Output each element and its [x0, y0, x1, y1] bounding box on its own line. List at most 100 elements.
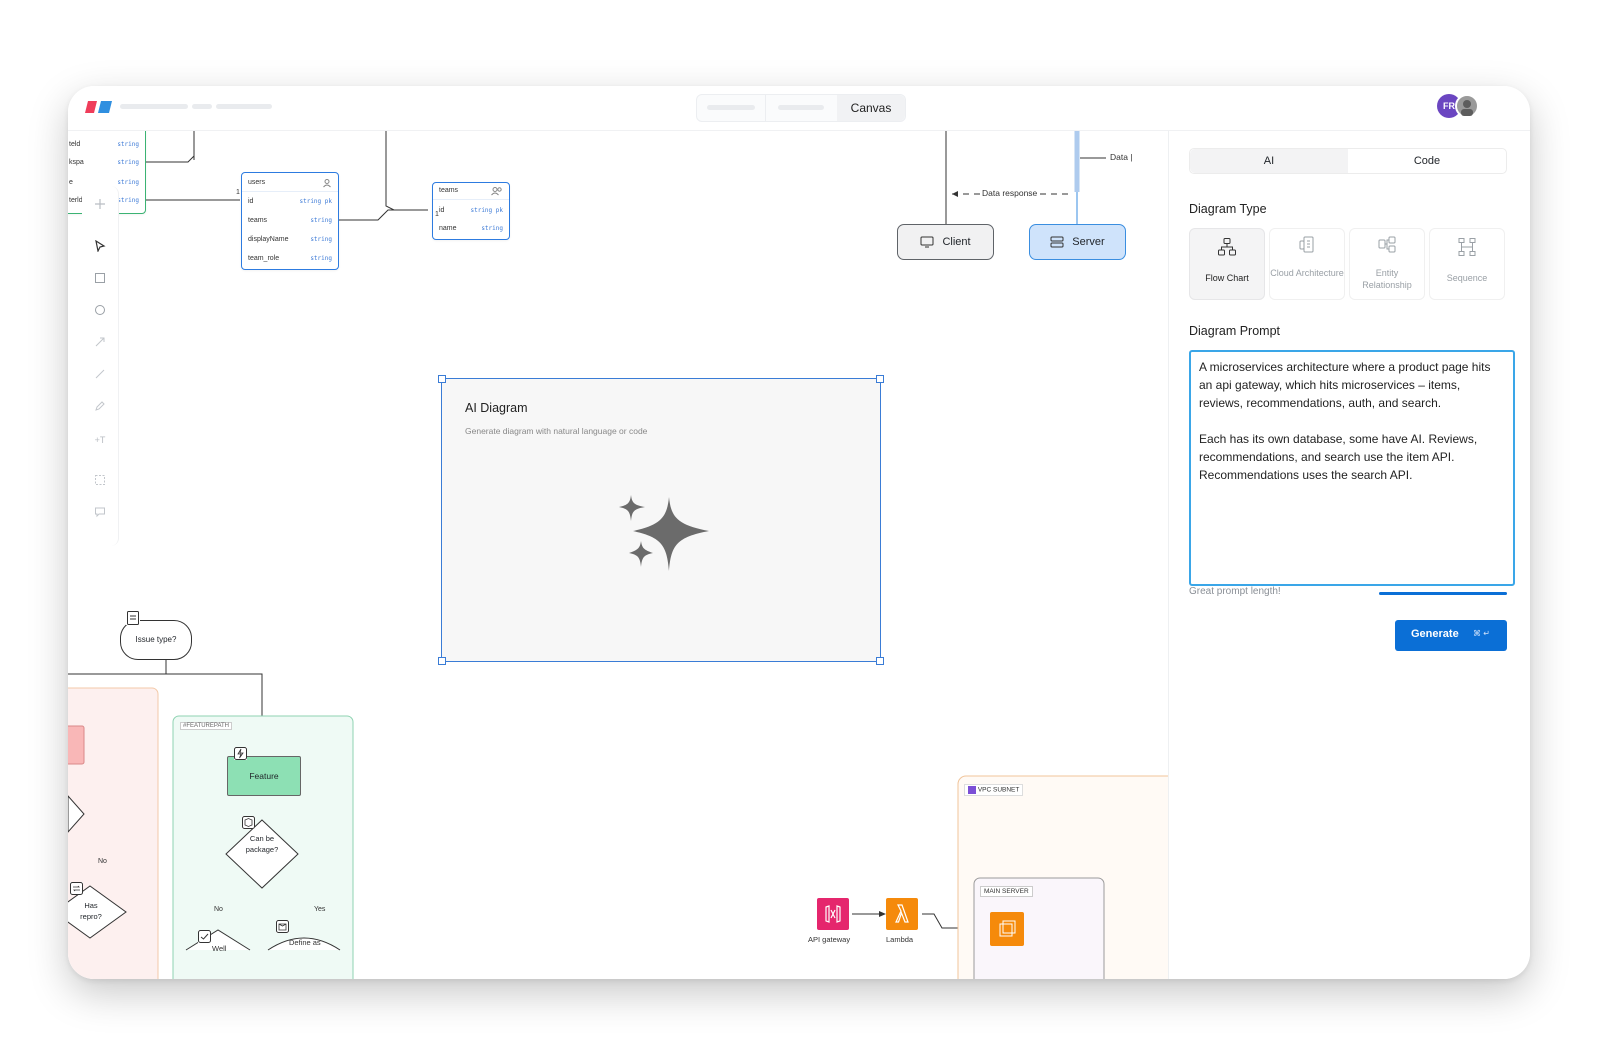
- pointer-icon[interactable]: [90, 238, 110, 258]
- decision-label: Can be package?: [245, 834, 279, 854]
- diagram-prompt-input[interactable]: A microservices architecture where a pro…: [1189, 350, 1515, 586]
- breadcrumb-placeholder: [192, 104, 212, 109]
- issue-type-label: Issue type?: [135, 635, 177, 644]
- lambda-node[interactable]: [886, 898, 918, 930]
- vpc-icon: [968, 786, 976, 794]
- tab-document[interactable]: [697, 95, 765, 121]
- avatar-initials-text: FR: [1443, 101, 1455, 111]
- line-icon[interactable]: [90, 366, 110, 386]
- erd-field: e: [69, 179, 73, 186]
- erd-field: teams: [248, 217, 268, 224]
- api-gateway-node[interactable]: [817, 898, 849, 930]
- breadcrumb-placeholder: [120, 104, 188, 109]
- diagram-type-entity-relationship[interactable]: Entity Relationship: [1349, 228, 1425, 300]
- arrow-icon[interactable]: [90, 334, 110, 354]
- sequence-message-label: Data response: [980, 188, 1040, 198]
- flow-node-label: Define as: [289, 938, 321, 947]
- resize-handle[interactable]: [876, 657, 884, 665]
- erd-type: string pk: [299, 198, 332, 205]
- erd-table-teams[interactable]: teams id string pk name string 1: [432, 182, 510, 240]
- diagram-type-label: Entity Relationship: [1362, 268, 1412, 290]
- erd-table-users[interactable]: users id string pk teams string displayNam…: [236, 172, 339, 270]
- erd-type: string: [117, 197, 139, 204]
- client-label: Client: [942, 236, 971, 248]
- prompt-length-track: [1379, 592, 1507, 595]
- resize-handle[interactable]: [438, 657, 446, 665]
- erd-field: teld: [69, 141, 81, 148]
- prompt-length-bar: [1379, 592, 1507, 595]
- breadcrumb-placeholder: [216, 104, 272, 109]
- lightning-icon: [234, 747, 247, 760]
- box-icon: [276, 920, 289, 933]
- avatar[interactable]: [1455, 94, 1479, 118]
- rectangle-icon[interactable]: [90, 270, 110, 290]
- vpc-subnet-text: VPC SUBNET: [977, 786, 1020, 794]
- circle-icon[interactable]: [90, 302, 110, 322]
- generate-button[interactable]: Generate ⌘ ↵: [1395, 620, 1507, 651]
- flow-node-label: Well: [212, 944, 227, 953]
- diagram-prompt-heading: Diagram Prompt: [1189, 324, 1280, 338]
- document-icon: [126, 611, 140, 625]
- app-logo[interactable]: [84, 100, 114, 114]
- frame-icon[interactable]: [90, 472, 110, 492]
- issue-type-node[interactable]: Issue type?: [120, 620, 192, 660]
- server-node[interactable]: Server: [1029, 224, 1126, 260]
- feature-node[interactable]: Feature: [227, 756, 301, 796]
- api-gateway-icon: [825, 905, 841, 923]
- server-icon: [1050, 236, 1064, 248]
- monitor-icon: [920, 236, 934, 248]
- diagram-type-flowchart[interactable]: Flow Chart: [1189, 228, 1265, 300]
- cloud-architecture-icon: [1299, 236, 1314, 253]
- ai-diagram-card[interactable]: AI Diagram Generate diagram with natural…: [438, 375, 884, 665]
- panel-tabs: AI Code: [1189, 148, 1507, 174]
- erd-type: string pk: [470, 207, 503, 214]
- ec2-node[interactable]: [990, 912, 1024, 946]
- flowchart-icon: [1218, 238, 1236, 256]
- erd-type: string: [310, 236, 332, 243]
- group-label: #FEATUREPATH: [180, 722, 233, 730]
- canvas-toolbar: +T: [82, 186, 119, 546]
- erd-type: string: [117, 179, 139, 186]
- tab-code[interactable]: Code: [1348, 149, 1506, 173]
- erd-field: id: [248, 198, 254, 205]
- client-node[interactable]: Client: [897, 224, 994, 260]
- comment-icon[interactable]: [90, 504, 110, 524]
- erd-field: id: [439, 207, 445, 214]
- edge-label: No: [214, 906, 223, 913]
- edge-label: Yes: [314, 906, 326, 913]
- main-server-label: MAIN SERVER: [980, 886, 1033, 897]
- package-icon: [242, 816, 255, 829]
- diagram-type-cloud-architecture[interactable]: Cloud Architecture: [1269, 228, 1345, 300]
- diagram-type-label: Cloud Architecture: [1270, 268, 1344, 278]
- erd-field: kspa: [69, 159, 84, 166]
- diagram-type-heading: Diagram Type: [1189, 202, 1267, 216]
- erd-type: string: [310, 217, 332, 224]
- erd-table-name: teams: [439, 187, 459, 194]
- prompt-feedback: Great prompt length!: [1189, 586, 1281, 597]
- edge-label: No: [98, 858, 107, 865]
- diagram-type-label: Sequence: [1446, 273, 1488, 283]
- tab-both[interactable]: [765, 95, 838, 121]
- tab-canvas[interactable]: Canvas: [837, 95, 905, 121]
- resize-handle[interactable]: [876, 375, 884, 383]
- diagram-canvas[interactable]: teld string kspa string e string terld strin…: [68, 130, 1168, 979]
- erd-table-name: users: [248, 179, 266, 186]
- ai-diagram-subtitle: Generate diagram with natural language o…: [465, 426, 648, 436]
- pen-icon[interactable]: [90, 398, 110, 418]
- cardinality-label: 1: [236, 189, 240, 196]
- ai-diagram-title: AI Diagram: [465, 401, 528, 415]
- team-icon: [491, 187, 502, 196]
- erd-field: terld: [69, 197, 83, 204]
- tab-ai[interactable]: AI: [1190, 149, 1348, 173]
- diagram-type-label: Flow Chart: [1205, 273, 1249, 283]
- erd-type: string: [117, 141, 139, 148]
- top-bar: Canvas FR: [68, 86, 1530, 131]
- add-icon[interactable]: [90, 196, 110, 216]
- lambda-label: Lambda: [886, 935, 914, 944]
- diagram-type-sequence[interactable]: Sequence: [1429, 228, 1505, 300]
- resize-handle[interactable]: [438, 375, 446, 383]
- erd-type: string: [481, 225, 503, 232]
- text-icon[interactable]: +T: [90, 430, 110, 450]
- sequence-icon: [1458, 238, 1476, 256]
- view-tabs: Canvas: [696, 94, 906, 122]
